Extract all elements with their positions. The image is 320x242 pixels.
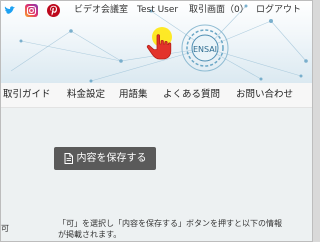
save-content-button[interactable]: 内容を保存する — [54, 147, 156, 170]
main-content: 内容を保存する 可 「可」を選択し「内容を保存する」ボタンを押すと以下の情報 が… — [1, 108, 312, 241]
twitter-icon[interactable] — [3, 4, 16, 17]
header-banner: ENSAI ビデオ会議室 Test User 取引画面（0） ログアウト — [1, 1, 312, 83]
menu-item-faq[interactable]: よくある質問 — [163, 89, 220, 101]
menu-item-glossary[interactable]: 用語集 — [119, 89, 148, 101]
top-nav: ビデオ会議室 Test User 取引画面（0） ログアウト — [1, 1, 312, 21]
instruction-text-line-1: 「可」を選択し「内容を保存する」ボタンを押すと以下の情報 — [58, 219, 282, 228]
trade-screen-link[interactable]: 取引画面（0） — [189, 5, 249, 16]
main-menu: 取引ガイド 料金設定 用語集 よくある質問 お問い合わせ — [1, 83, 312, 108]
menu-item-contact[interactable]: お問い合わせ — [236, 89, 293, 101]
save-button-label: 内容を保存する — [76, 152, 147, 164]
pinterest-icon[interactable] — [47, 4, 60, 17]
video-conference-link[interactable]: ビデオ会議室 — [74, 5, 128, 16]
instruction-text-line-2: が掲載されます。 — [58, 230, 122, 239]
browser-viewport: ENSAI ビデオ会議室 Test User 取引画面（0） ログアウト 取引ガ… — [0, 0, 313, 242]
user-name-link[interactable]: Test User — [137, 5, 178, 16]
menu-item-trade-guide[interactable]: 取引ガイド — [3, 89, 51, 101]
pointing-hand-icon — [137, 27, 179, 65]
instagram-icon[interactable] — [25, 4, 38, 17]
menu-item-pricing[interactable]: 料金設定 — [67, 89, 105, 101]
option-fragment-text: 可 — [1, 224, 9, 233]
hub-label: ENSAI — [193, 45, 217, 54]
logout-link[interactable]: ログアウト — [256, 5, 301, 16]
network-hub-graphic: ENSAI — [180, 23, 230, 73]
document-icon — [64, 153, 73, 164]
